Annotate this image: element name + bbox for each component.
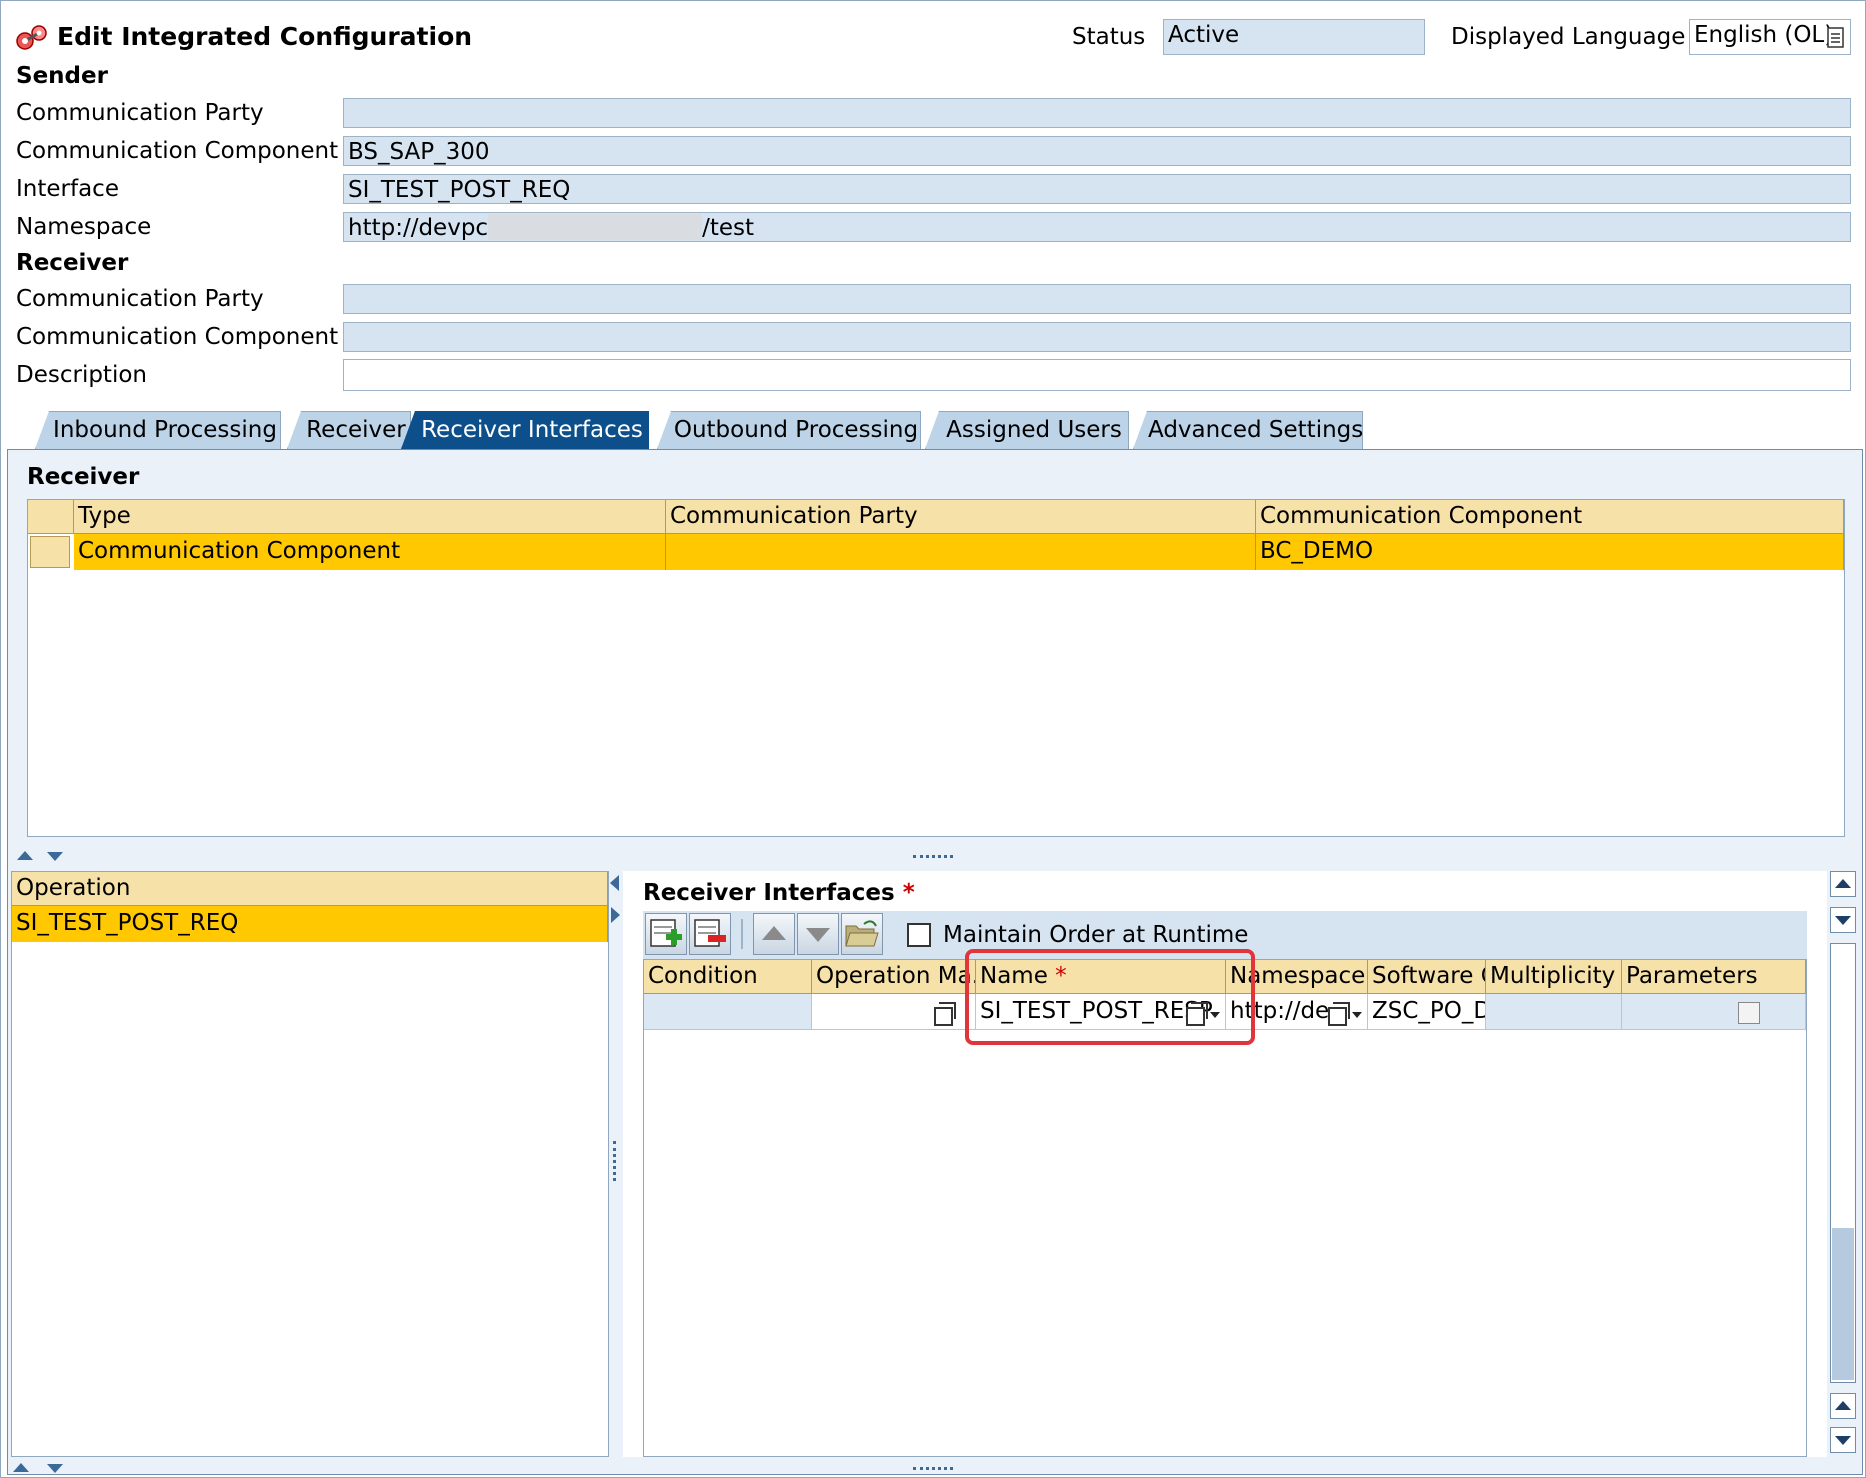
sender-interface-field[interactable]: SI_TEST_POST_REQ	[343, 174, 1851, 204]
column-header-software-component[interactable]: Software C...	[1368, 960, 1486, 994]
redacted-block	[488, 214, 703, 240]
sender-interface-label: Interface	[16, 176, 119, 202]
scroll-page-down-button[interactable]	[1830, 907, 1856, 933]
column-header-communication-party[interactable]: Communication Party	[666, 500, 1256, 534]
move-down-icon	[806, 928, 830, 942]
row-selector[interactable]	[30, 536, 70, 568]
maintain-order-checkbox[interactable]	[907, 923, 931, 947]
operation-row[interactable]: SI_TEST_POST_REQ	[12, 906, 608, 942]
status-field: Active	[1163, 19, 1425, 55]
sender-namespace-field[interactable]: http://devpc/test	[343, 212, 1851, 242]
row-selector-header[interactable]	[28, 500, 74, 534]
splitter-grip[interactable]	[913, 855, 953, 861]
row-software-component-cell[interactable]: ZSC_PO_D...	[1368, 994, 1486, 1030]
column-header-communication-component[interactable]: Communication Component	[1256, 500, 1844, 534]
scroll-bottom-icon	[1835, 1436, 1851, 1445]
column-header-condition[interactable]: Condition	[644, 960, 812, 994]
toolbar-separator	[741, 919, 743, 949]
status-label: Status	[1072, 24, 1146, 50]
column-header-parameters[interactable]: Parameters	[1622, 960, 1806, 994]
receiver-row-party[interactable]	[666, 534, 1256, 570]
scroll-top-icon	[1835, 879, 1851, 888]
bottom-splitter-grip[interactable]	[913, 1467, 953, 1473]
operation-table: Operation SI_TEST_POST_REQ	[11, 871, 609, 1457]
receiver-component-field[interactable]	[343, 322, 1851, 352]
column-header-operation[interactable]: Operation	[12, 872, 608, 906]
receiver-table: Type Communication Party Communication C…	[27, 499, 1845, 837]
open-folder-icon	[845, 920, 879, 947]
sender-party-label: Communication Party	[16, 100, 264, 126]
tab-inbound-processing[interactable]: Inbound Processing	[35, 411, 281, 449]
row-condition-cell[interactable]	[644, 994, 812, 1030]
tab-receiver-interfaces[interactable]: Receiver Interfaces	[401, 411, 649, 449]
insert-row-icon	[650, 919, 682, 947]
description-field[interactable]	[343, 359, 1851, 391]
delete-row-button[interactable]	[689, 913, 731, 955]
move-up-button[interactable]	[753, 913, 795, 955]
receiver-party-label: Communication Party	[16, 286, 264, 312]
receiver-interfaces-title: Receiver Interfaces *	[643, 880, 915, 906]
bottom-expand-down-icon[interactable]	[47, 1464, 63, 1473]
delete-row-icon	[694, 919, 726, 947]
parameters-checkbox[interactable]	[1738, 1002, 1760, 1024]
bottom-splitter[interactable]	[7, 1461, 1863, 1475]
row-parameters-cell	[1622, 994, 1806, 1030]
horizontal-splitter[interactable]	[7, 849, 1863, 865]
scroll-up-icon	[1835, 1401, 1851, 1410]
namespace-value-help-icon[interactable]	[1328, 1002, 1350, 1026]
move-down-button[interactable]	[797, 913, 839, 955]
scroll-top-button[interactable]	[1830, 871, 1856, 897]
namespace-prefix: http://devpc	[348, 215, 489, 241]
receiver-row-component[interactable]: BC_DEMO	[1256, 534, 1844, 570]
receiver-table-title: Receiver	[27, 464, 140, 490]
bottom-collapse-up-icon[interactable]	[13, 1463, 29, 1472]
page-title: Edit Integrated Configuration	[57, 22, 473, 51]
configuration-icon	[16, 25, 47, 50]
displayed-language-label: Displayed Language	[1451, 24, 1686, 50]
scroll-bottom-button[interactable]	[1830, 1427, 1856, 1453]
insert-row-button[interactable]	[645, 913, 687, 955]
tab-receiver[interactable]: Receiver	[287, 411, 411, 449]
sender-namespace-label: Namespace	[16, 214, 152, 240]
integrated-configuration-window: Edit Integrated Configuration Status Act…	[0, 0, 1866, 1478]
row-multiplicity-cell[interactable]	[1486, 994, 1622, 1030]
column-header-multiplicity[interactable]: Multiplicity	[1486, 960, 1622, 994]
open-button[interactable]	[841, 913, 883, 955]
sender-component-label: Communication Component	[16, 138, 339, 164]
description-label: Description	[16, 362, 147, 388]
column-header-type[interactable]: Type	[74, 500, 666, 534]
scroll-track[interactable]	[1830, 943, 1856, 1383]
scroll-page-down-icon	[1835, 916, 1851, 925]
namespace-suffix: /test	[702, 215, 754, 241]
expand-right-icon[interactable]	[611, 907, 620, 923]
vertical-splitter[interactable]	[609, 871, 621, 1457]
scroll-up-button[interactable]	[1830, 1393, 1856, 1419]
vertical-scrollbar[interactable]	[1827, 871, 1859, 1459]
tab-outbound-processing[interactable]: Outbound Processing	[657, 411, 921, 449]
tab-assigned-users[interactable]: Assigned Users	[925, 411, 1129, 449]
maintain-order-label: Maintain Order at Runtime	[943, 922, 1249, 948]
collapse-up-icon[interactable]	[17, 851, 33, 860]
sender-component-field[interactable]: BS_SAP_300	[343, 136, 1851, 166]
dropdown-list-icon[interactable]	[1827, 27, 1845, 49]
receiver-row-type[interactable]: Communication Component	[74, 534, 666, 570]
name-column-highlight	[965, 949, 1255, 1045]
receiver-party-field[interactable]	[343, 284, 1851, 314]
vertical-splitter-grip[interactable]	[613, 1141, 619, 1181]
sender-section-title: Sender	[16, 63, 108, 89]
sender-party-field[interactable]	[343, 98, 1851, 128]
move-up-icon	[762, 926, 786, 940]
tab-advanced-settings[interactable]: Advanced Settings	[1133, 411, 1363, 449]
expand-down-icon[interactable]	[47, 852, 63, 861]
scroll-thumb[interactable]	[1832, 1228, 1854, 1380]
receiver-component-label: Communication Component	[16, 324, 339, 350]
collapse-left-icon[interactable]	[610, 875, 619, 891]
column-header-operation-mapping[interactable]: Operation Ma...	[812, 960, 976, 994]
namespace-dropdown-arrow-icon[interactable]	[1352, 1012, 1362, 1018]
operation-mapping-value-help-icon[interactable]	[934, 1002, 956, 1026]
receiver-section-title: Receiver	[16, 250, 129, 276]
language-value: English (OL)	[1694, 22, 1834, 48]
